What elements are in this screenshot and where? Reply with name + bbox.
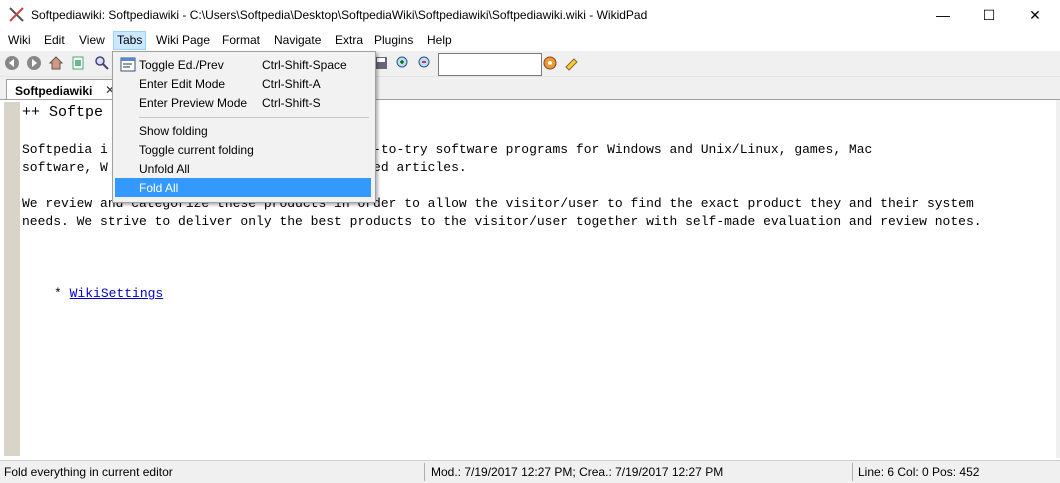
menu-item-enter-preview-mode[interactable]: Enter Preview Mode Ctrl-Shift-S bbox=[115, 93, 371, 112]
menu-edit[interactable]: Edit bbox=[41, 33, 68, 50]
status-divider bbox=[424, 463, 425, 481]
menu-item-fold-all[interactable]: Fold All bbox=[115, 178, 371, 197]
close-icon: ✕ bbox=[1029, 6, 1041, 23]
status-message: Fold everything in current editor bbox=[4, 465, 173, 479]
maximize-icon: ☐ bbox=[982, 6, 996, 23]
menu-separator bbox=[139, 117, 369, 118]
menu-item-label: Toggle current folding bbox=[139, 143, 254, 157]
bullet-prefix: * bbox=[54, 286, 70, 301]
tab-softpediawiki[interactable]: Softpediawiki ✕ bbox=[6, 79, 118, 100]
window-title: Softpediawiki: Softpediawiki - C:\Users\… bbox=[31, 8, 648, 22]
forward-icon[interactable] bbox=[26, 55, 42, 71]
editor-heading-line: ++ Softpe bbox=[22, 104, 104, 121]
editor-text-line: needs. We strive to deliver only the bes… bbox=[22, 214, 982, 229]
tab-label: Softpediawiki bbox=[15, 84, 93, 98]
spellcheck-icon[interactable] bbox=[564, 55, 580, 71]
menu-help[interactable]: Help bbox=[424, 33, 455, 50]
zoom-in-icon[interactable] bbox=[395, 55, 411, 71]
back-icon[interactable] bbox=[4, 55, 20, 71]
maximize-button[interactable]: ☐ bbox=[966, 0, 1012, 30]
menu-extra[interactable]: Extra bbox=[332, 33, 366, 50]
menu-item-shortcut: Ctrl-Shift-Space bbox=[262, 58, 347, 72]
menu-bar: Wiki Edit View Tabs Wiki Page Format Nav… bbox=[0, 30, 1060, 51]
menu-item-toggle-current-folding[interactable]: Toggle current folding bbox=[115, 140, 371, 159]
menu-item-label: Show folding bbox=[139, 124, 208, 138]
status-bar: Fold everything in current editor Mod.: … bbox=[0, 460, 1060, 483]
editor-gutter bbox=[4, 102, 20, 456]
menu-format[interactable]: Format bbox=[219, 33, 263, 50]
menu-item-label: Enter Edit Mode bbox=[139, 77, 226, 91]
wikisettings-link[interactable]: WikiSettings bbox=[70, 286, 164, 301]
title-bar: Softpediawiki: Softpediawiki - C:\Users\… bbox=[0, 0, 1060, 30]
home-icon[interactable] bbox=[48, 55, 64, 71]
menu-navigate[interactable]: Navigate bbox=[271, 33, 324, 50]
menu-item-shortcut: Ctrl-Shift-A bbox=[262, 77, 321, 91]
wikidpad-logo-icon bbox=[9, 7, 24, 22]
bullet-line: * WikiSettings bbox=[54, 286, 163, 301]
minimize-button[interactable]: — bbox=[920, 0, 966, 30]
menu-item-shortcut: Ctrl-Shift-S bbox=[262, 96, 321, 110]
settings-icon[interactable] bbox=[542, 55, 558, 71]
menu-item-toggle-ed-prev[interactable]: Toggle Ed./Prev Ctrl-Shift-Space bbox=[115, 55, 371, 74]
status-position: Line: 6 Col: 0 Pos: 452 bbox=[858, 465, 980, 479]
editor-scrollbar[interactable] bbox=[1056, 100, 1060, 458]
page-icon[interactable] bbox=[70, 55, 86, 71]
tabs-dropdown-menu: Toggle Ed./Prev Ctrl-Shift-Space Enter E… bbox=[112, 51, 376, 203]
menu-wiki[interactable]: Wiki bbox=[5, 33, 34, 50]
menu-item-label: Unfold All bbox=[139, 162, 190, 176]
menu-item-show-folding[interactable]: Show folding bbox=[115, 121, 371, 140]
menu-item-enter-edit-mode[interactable]: Enter Edit Mode Ctrl-Shift-A bbox=[115, 74, 371, 93]
menu-item-unfold-all[interactable]: Unfold All bbox=[115, 159, 371, 178]
toggle-preview-icon bbox=[120, 57, 136, 72]
menu-item-label: Fold All bbox=[139, 181, 179, 195]
menu-item-label: Enter Preview Mode bbox=[139, 96, 248, 110]
close-button[interactable]: ✕ bbox=[1012, 0, 1058, 30]
search-icon[interactable] bbox=[94, 55, 110, 71]
status-divider bbox=[852, 463, 853, 481]
minimize-icon: — bbox=[936, 7, 950, 23]
zoom-out-icon[interactable] bbox=[417, 55, 433, 71]
menu-tabs[interactable]: Tabs bbox=[113, 31, 147, 50]
menu-item-label: Toggle Ed./Prev bbox=[139, 58, 224, 72]
menu-view[interactable]: View bbox=[76, 33, 108, 50]
toolbar-search-input[interactable] bbox=[438, 53, 542, 76]
status-dates: Mod.: 7/19/2017 12:27 PM; Crea.: 7/19/20… bbox=[431, 465, 724, 479]
menu-wiki-page[interactable]: Wiki Page bbox=[153, 33, 213, 50]
menu-plugins[interactable]: Plugins bbox=[371, 33, 416, 50]
